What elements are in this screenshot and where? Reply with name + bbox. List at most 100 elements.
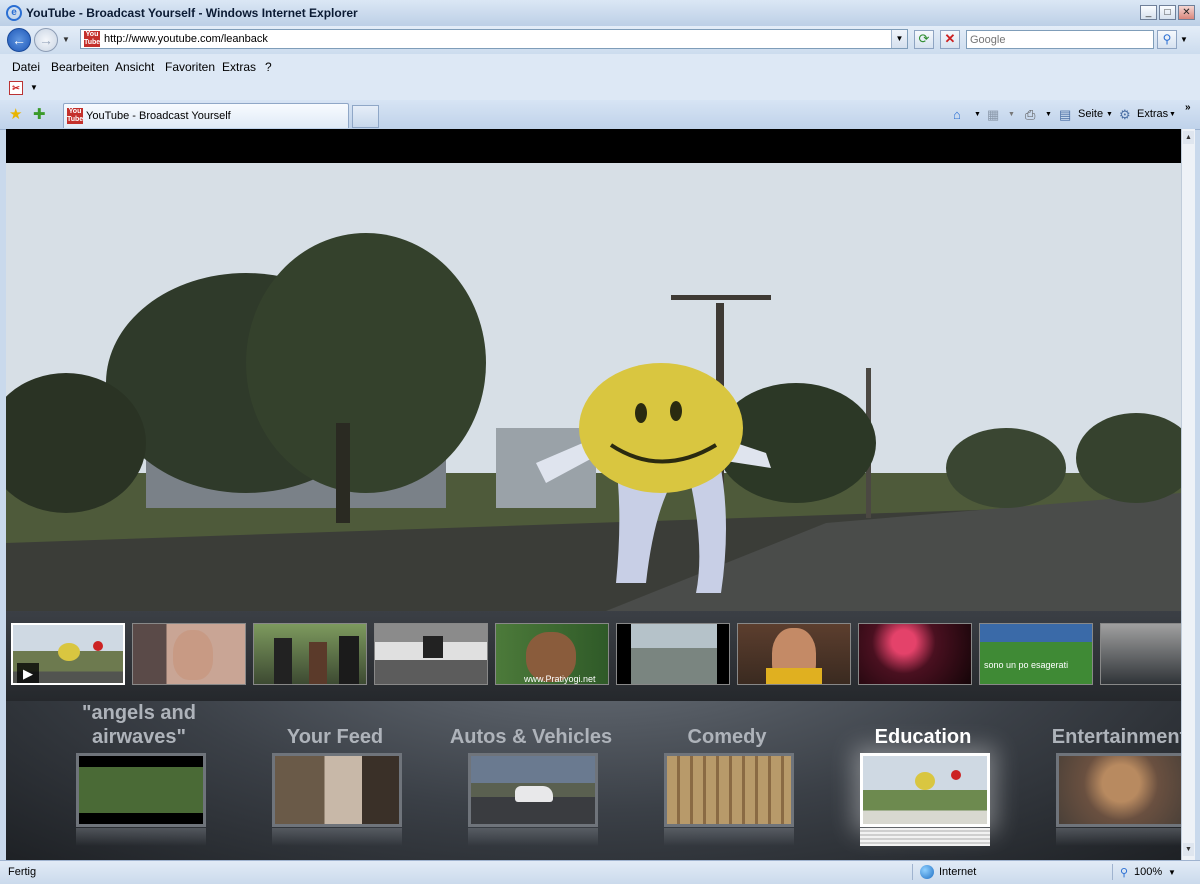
category-label: Education [874,726,972,748]
forward-button[interactable]: → [34,28,58,52]
menu-bar: Datei Bearbeiten Ansicht Favoriten Extra… [0,54,1200,78]
thumb-caption: sono un po esagerati [984,660,1069,670]
tools-dropdown-icon[interactable]: ▼ [1169,111,1176,118]
address-bar[interactable]: You Tube http://www.youtube.com/leanback … [80,29,908,49]
filmstrip-thumb-2[interactable] [132,623,246,685]
home-icon[interactable]: ⌂ [953,107,961,122]
page-dropdown-icon[interactable]: ▼ [1106,111,1113,118]
menu-help[interactable]: ? [265,60,272,74]
feeds-icon[interactable]: ▦ [987,107,999,123]
filmstrip-thumb-6[interactable] [616,623,730,685]
print-dropdown-icon[interactable]: ▼ [1045,111,1052,118]
filmstrip-thumb-1[interactable]: ▶ [11,623,125,685]
video-frame-image [6,163,1181,611]
address-dropdown-icon[interactable]: ▼ [891,30,907,48]
video-player[interactable] [6,163,1181,611]
menu-ansicht[interactable]: Ansicht [115,60,154,74]
address-toolbar: ← → ▼ You Tube http://www.youtube.com/lea… [0,26,1200,54]
menu-bearbeiten[interactable]: Bearbeiten [51,60,109,74]
category-label: "angels and airwaves" [82,702,196,748]
back-button[interactable]: ← [7,28,31,52]
shirt-image [766,668,822,684]
tools-gear-icon[interactable]: ⚙ [1119,107,1131,123]
addon-toolbar: ✂ ▼ [0,78,1200,100]
vertical-scrollbar[interactable]: ▲ ▼ [1181,129,1195,860]
video-filmstrip: ▶ www.Pratiyogi.net sono un po esagerati [6,611,1181,701]
status-divider [912,864,913,880]
category-thumbnail [860,753,990,827]
filmstrip-thumb-8[interactable] [858,623,972,685]
youtube-favicon-icon: You Tube [84,31,101,47]
title-bar: e YouTube - Broadcast Yourself - Windows… [0,0,1200,27]
smiley-costume-image [915,772,935,790]
refresh-button[interactable]: ⟳ [914,30,934,49]
category-thumbnail [76,753,206,827]
play-icon[interactable]: ▶ [17,663,39,683]
thumbnail-reflection [272,828,402,846]
scroll-up-icon[interactable]: ▲ [1183,131,1194,144]
menu-datei[interactable]: Datei [12,60,40,74]
toolbar-overflow-icon[interactable]: » [1185,102,1191,113]
filmstrip-thumb-10[interactable] [1100,623,1181,685]
filmstrip-thumb-9[interactable]: sono un po esagerati [979,623,1093,685]
status-divider [1112,864,1113,880]
feeds-dropdown-icon[interactable]: ▼ [1008,111,1015,118]
menu-extras[interactable]: Extras [222,60,256,74]
page-menu[interactable]: Seite [1078,108,1103,120]
zoom-level[interactable]: 100% [1134,866,1162,878]
pdf-addon-icon[interactable]: ✂ [9,81,23,95]
stop-button[interactable]: ✕ [940,30,960,49]
search-dropdown-icon[interactable]: ▼ [1180,35,1188,44]
filmstrip-thumb-4[interactable] [374,623,488,685]
zoom-dropdown-icon[interactable]: ▼ [1168,868,1176,877]
category-label: Your Feed [286,726,384,748]
filmstrip-thumb-5[interactable]: www.Pratiyogi.net [495,623,609,685]
leanback-page: ▶ www.Pratiyogi.net sono un po esagerati [6,129,1181,860]
filmstrip-thumb-7[interactable] [737,623,851,685]
person-image [274,638,292,684]
scroll-down-icon[interactable]: ▼ [1183,843,1194,856]
category-thumbnail [468,753,598,827]
search-input[interactable] [970,32,1150,47]
search-box[interactable] [966,30,1154,49]
menu-favoriten[interactable]: Favoriten [165,60,215,74]
new-tab-button[interactable] [352,105,379,128]
jumper-image [423,636,443,658]
zoom-magnifier-icon[interactable]: ⚲ [1120,866,1128,879]
person-image [309,642,327,684]
thumbnail-reflection [468,828,598,846]
internet-globe-icon [920,865,934,879]
home-dropdown-icon[interactable]: ▼ [974,111,981,118]
thumb-caption: www.Pratiyogi.net [524,674,596,684]
tab-label: YouTube - Broadcast Yourself [86,110,231,122]
addon-dropdown-icon[interactable]: ▼ [30,83,38,92]
search-icon[interactable]: ⚲ [1157,30,1177,49]
letterbox-bar [617,624,631,684]
minimize-button[interactable]: _ [1140,5,1157,20]
status-text: Fertig [8,866,37,878]
window-title: YouTube - Broadcast Yourself - Windows I… [26,6,358,20]
close-button[interactable]: ✕ [1178,5,1195,20]
tab-youtube[interactable]: You Tube YouTube - Broadcast Yourself [63,103,349,128]
filmstrip-thumb-3[interactable] [253,623,367,685]
thumbnail-reflection [664,828,794,846]
page-icon[interactable]: ▤ [1059,107,1071,123]
smiley-costume-image [58,643,80,661]
person-image [339,636,359,684]
history-dropdown-icon[interactable]: ▼ [62,35,70,44]
status-bar: Fertig Internet ⚲ 100% ▼ [0,860,1200,884]
tools-menu[interactable]: Extras [1137,108,1168,120]
thumbnail-reflection [1056,828,1181,846]
favorites-star-icon[interactable]: ★ [9,105,22,123]
category-label: Entertainment [1051,726,1181,748]
print-icon[interactable]: ⎙ [1025,107,1035,123]
security-zone: Internet [939,866,977,878]
car-image [515,786,553,802]
stop-sign-image [93,641,103,651]
tab-bar: ★ ✚ You Tube YouTube - Broadcast Yourself… [0,100,1200,130]
category-label: Autos & Vehicles [449,726,613,748]
maximize-button[interactable]: □ [1159,5,1176,20]
address-url[interactable]: http://www.youtube.com/leanback [104,33,268,45]
add-favorite-icon[interactable]: ✚ [33,105,46,123]
face-image [173,630,213,680]
